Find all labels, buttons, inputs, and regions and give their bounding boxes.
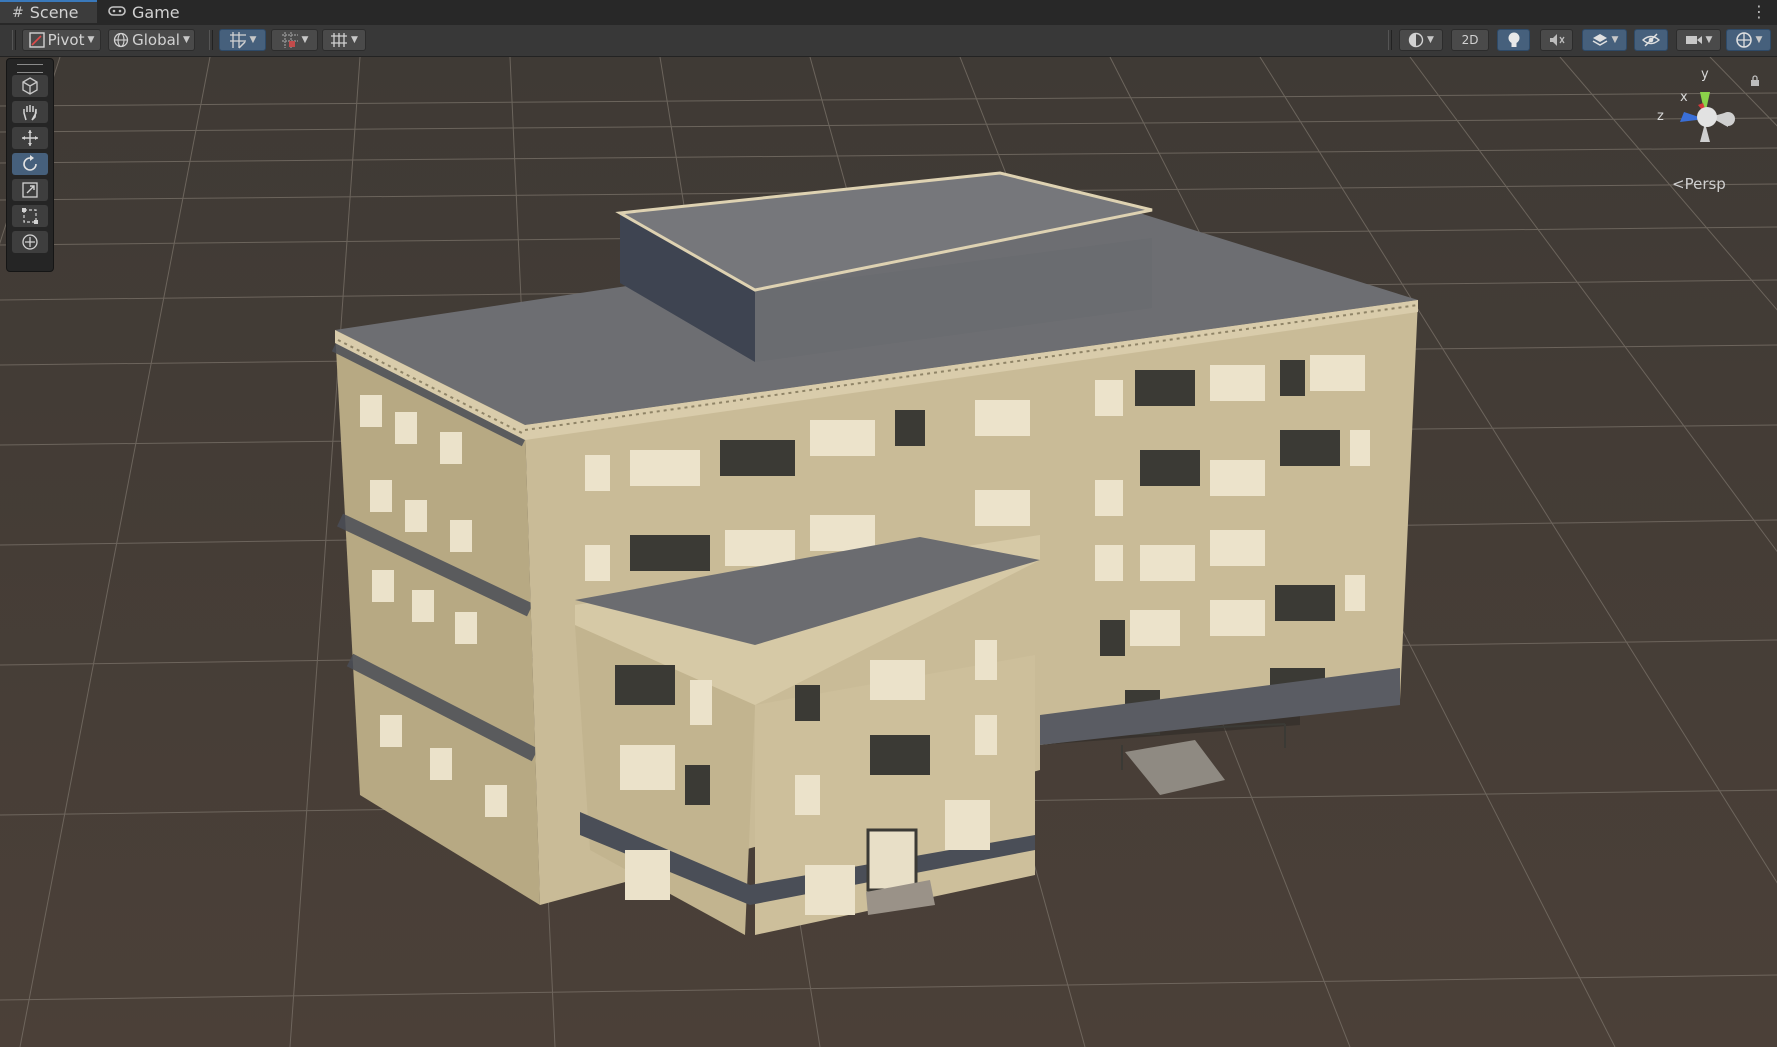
rotate-tool-button[interactable]: [12, 153, 48, 175]
pivot-label: Pivot: [47, 31, 85, 49]
axis-x-label: x: [1680, 90, 1688, 105]
camera-settings-dropdown[interactable]: ▼: [1676, 29, 1721, 51]
chevron-down-icon: ▼: [351, 35, 358, 45]
chevron-left-icon: <: [1672, 175, 1685, 193]
globe-icon: [113, 32, 129, 48]
pivot-icon: [28, 32, 45, 48]
move-tool-button[interactable]: [12, 127, 48, 149]
grid-snapping-toggle[interactable]: ▼: [219, 29, 266, 51]
window-tab-bar: # Scene Game ⋮: [0, 0, 1777, 26]
grid-icon: [331, 33, 348, 47]
shading-mode-icon: [1408, 32, 1424, 48]
projection-toggle[interactable]: <Persp: [1672, 175, 1726, 193]
gizmos-icon: [1735, 32, 1752, 48]
tools-overlay: [6, 58, 54, 272]
scale-icon: [22, 182, 38, 198]
drag-handle-icon[interactable]: [17, 64, 43, 73]
rotate-icon: [23, 155, 37, 171]
camera-icon: [1685, 36, 1702, 44]
chevron-down-icon: ▼: [182, 35, 190, 45]
toolbar-grip: [12, 30, 16, 50]
scene-orientation-gizmo[interactable]: y x z: [1640, 67, 1770, 172]
increment-snap-dropdown[interactable]: ▼: [271, 29, 318, 51]
audio-mute-icon: [1549, 34, 1565, 46]
hand-tool-button[interactable]: [12, 101, 48, 123]
hand-icon: [23, 105, 37, 121]
hidden-eye-icon: [1642, 33, 1660, 47]
scale-tool-button[interactable]: [12, 179, 48, 201]
axis-z-label: z: [1657, 109, 1664, 124]
grid-visibility-dropdown[interactable]: ▼: [322, 29, 366, 51]
chevron-down-icon: ▼: [1705, 35, 1713, 45]
toolbar-grip: [1388, 30, 1392, 50]
chevron-down-icon: ▼: [1611, 35, 1619, 45]
hash-icon: #: [12, 4, 24, 21]
shading-mode-dropdown[interactable]: ▼: [1399, 29, 1443, 51]
pivot-dropdown[interactable]: Pivot ▼: [22, 29, 101, 51]
tab-game-label: Game: [132, 3, 180, 22]
move-arrows-icon: [22, 130, 38, 146]
rect-transform-icon: [22, 208, 38, 224]
tab-scene-label: Scene: [29, 3, 79, 22]
transform-tool-button[interactable]: [12, 231, 48, 253]
rect-tool-button[interactable]: [12, 205, 48, 227]
chevron-down-icon: ▼: [1755, 35, 1763, 45]
scene-viewport[interactable]: y x z: [0, 57, 1777, 1047]
scene-toolbar: Pivot ▼ Global ▼ ▼ ▼ ▼ ▼ 2D ▼ ▼ ▼: [0, 25, 1777, 57]
increment-snap-icon: [281, 32, 298, 48]
tab-scene[interactable]: # Scene: [0, 0, 97, 23]
axis-y-label: y: [1701, 67, 1709, 82]
global-label: Global: [132, 31, 180, 49]
more-options-icon[interactable]: ⋮: [1751, 2, 1767, 21]
cube-icon: [22, 77, 38, 95]
view-tool-button[interactable]: [12, 75, 48, 97]
chevron-down-icon: ▼: [301, 35, 309, 45]
global-dropdown[interactable]: Global ▼: [108, 29, 195, 51]
scene-visibility-toggle[interactable]: [1634, 29, 1668, 51]
projection-label: Persp: [1684, 175, 1726, 193]
toolbar-grip: [209, 30, 213, 50]
lightbulb-icon: [1508, 32, 1519, 47]
transform-icon: [22, 234, 38, 250]
gamepad-icon: [108, 5, 126, 21]
scene-render: [0, 57, 1777, 1047]
chevron-down-icon: ▼: [1427, 35, 1434, 45]
2d-toggle[interactable]: 2D: [1451, 29, 1489, 51]
chevron-down-icon: ▼: [249, 35, 257, 45]
tab-game[interactable]: Game: [108, 0, 188, 25]
effects-layers-icon: [1592, 34, 1607, 46]
chevron-down-icon: ▼: [87, 35, 95, 45]
effects-dropdown[interactable]: ▼: [1582, 29, 1627, 51]
audio-toggle[interactable]: [1540, 29, 1573, 51]
2d-label: 2D: [1461, 33, 1479, 47]
grid-snap-icon: [229, 32, 246, 49]
lighting-toggle[interactable]: [1497, 29, 1530, 51]
gizmos-dropdown[interactable]: ▼: [1726, 29, 1771, 51]
